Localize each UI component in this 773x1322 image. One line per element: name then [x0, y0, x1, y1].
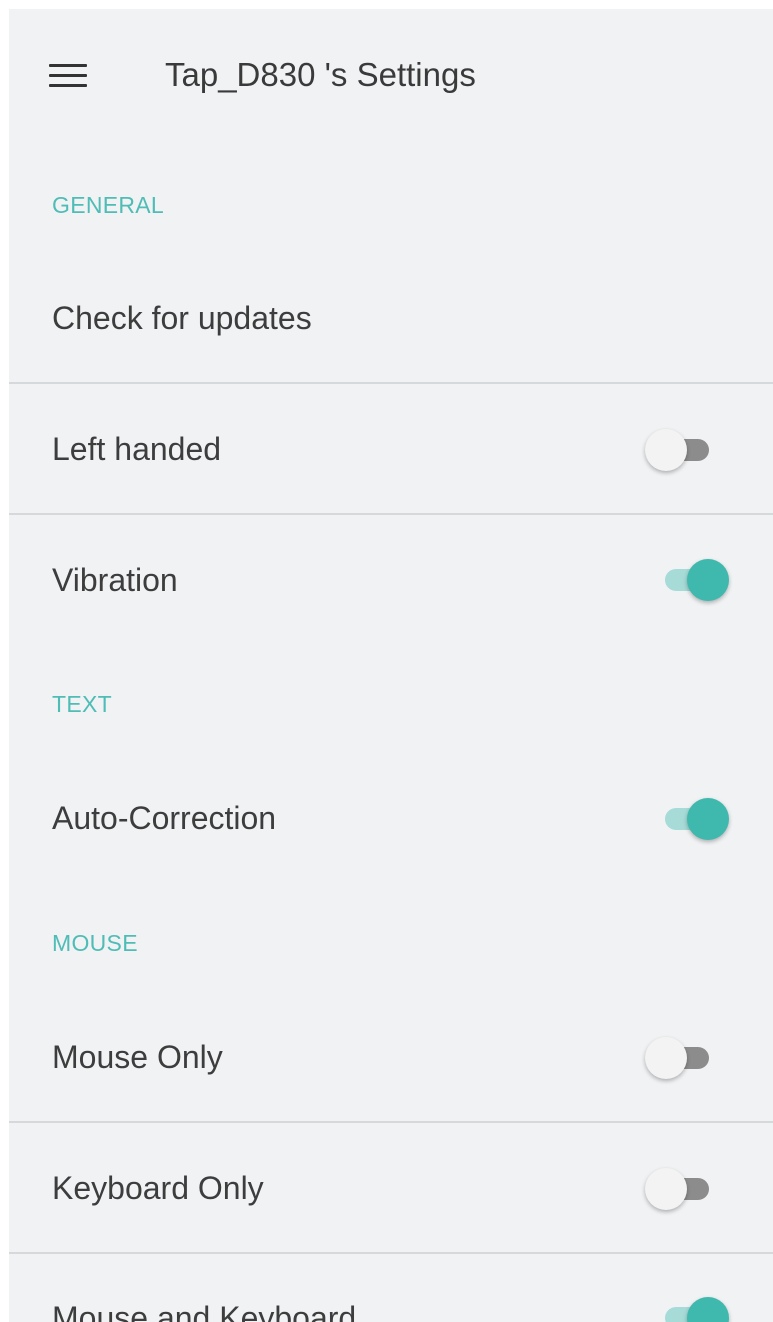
vibration-toggle[interactable] — [657, 557, 729, 601]
mouse-and-keyboard-toggle[interactable] — [657, 1295, 729, 1322]
mouse-only-row[interactable]: Mouse Only — [9, 992, 773, 1122]
keyboard-only-label: Keyboard Only — [52, 1169, 264, 1206]
toolbar: Tap_D830 's Settings — [9, 9, 773, 141]
section-header-text: TEXT — [52, 691, 112, 717]
auto-correction-toggle[interactable] — [657, 796, 729, 840]
mouse-and-keyboard-row[interactable]: Mouse and Keyboard — [9, 1254, 773, 1322]
keyboard-only-row[interactable]: Keyboard Only — [9, 1123, 773, 1253]
keyboard-only-toggle[interactable] — [645, 1166, 717, 1210]
toggle-thumb — [687, 559, 729, 601]
auto-correction-label: Auto-Correction — [52, 799, 277, 836]
left-handed-label: Left handed — [52, 430, 222, 467]
left-handed-toggle[interactable] — [645, 427, 717, 471]
hamburger-menu-icon[interactable] — [49, 63, 87, 91]
toggle-thumb — [687, 798, 729, 840]
toggle-thumb — [645, 1168, 687, 1210]
section-header-mouse: MOUSE — [52, 930, 138, 956]
settings-screen: Tap_D830 's Settings GENERAL Check for u… — [9, 9, 773, 1322]
left-handed-row[interactable]: Left handed — [9, 384, 773, 514]
toggle-thumb — [645, 1037, 687, 1079]
vibration-label: Vibration — [52, 561, 178, 598]
toggle-thumb — [687, 1297, 729, 1322]
vibration-row[interactable]: Vibration — [9, 515, 773, 645]
mouse-and-keyboard-label: Mouse and Keyboard — [52, 1300, 357, 1322]
auto-correction-row[interactable]: Auto-Correction — [9, 753, 773, 883]
section-header-general: GENERAL — [52, 192, 165, 218]
toggle-thumb — [645, 429, 687, 471]
mouse-only-toggle[interactable] — [645, 1035, 717, 1079]
mouse-only-label: Mouse Only — [52, 1038, 223, 1075]
page-title: Tap_D830 's Settings — [165, 56, 476, 93]
check-for-updates-row[interactable]: Check for updates — [9, 253, 773, 383]
check-for-updates-label: Check for updates — [52, 299, 312, 336]
